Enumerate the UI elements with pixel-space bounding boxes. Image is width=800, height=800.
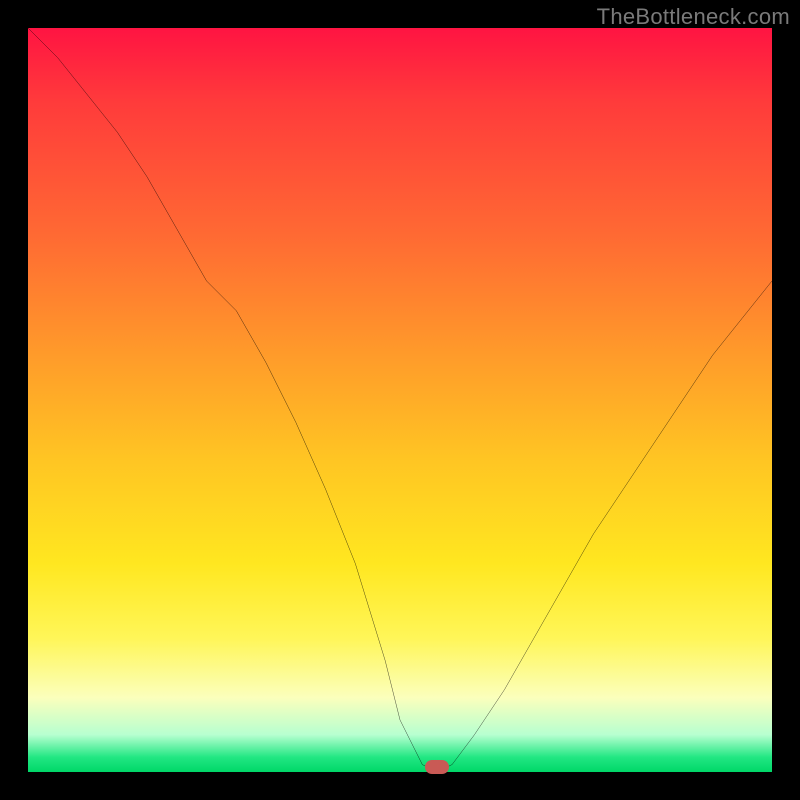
bottleneck-curve [28,28,772,772]
curve-path [28,28,772,772]
chart-frame: TheBottleneck.com [0,0,800,800]
watermark-text: TheBottleneck.com [597,4,790,30]
optimum-marker [425,760,449,774]
plot-area [28,28,772,772]
